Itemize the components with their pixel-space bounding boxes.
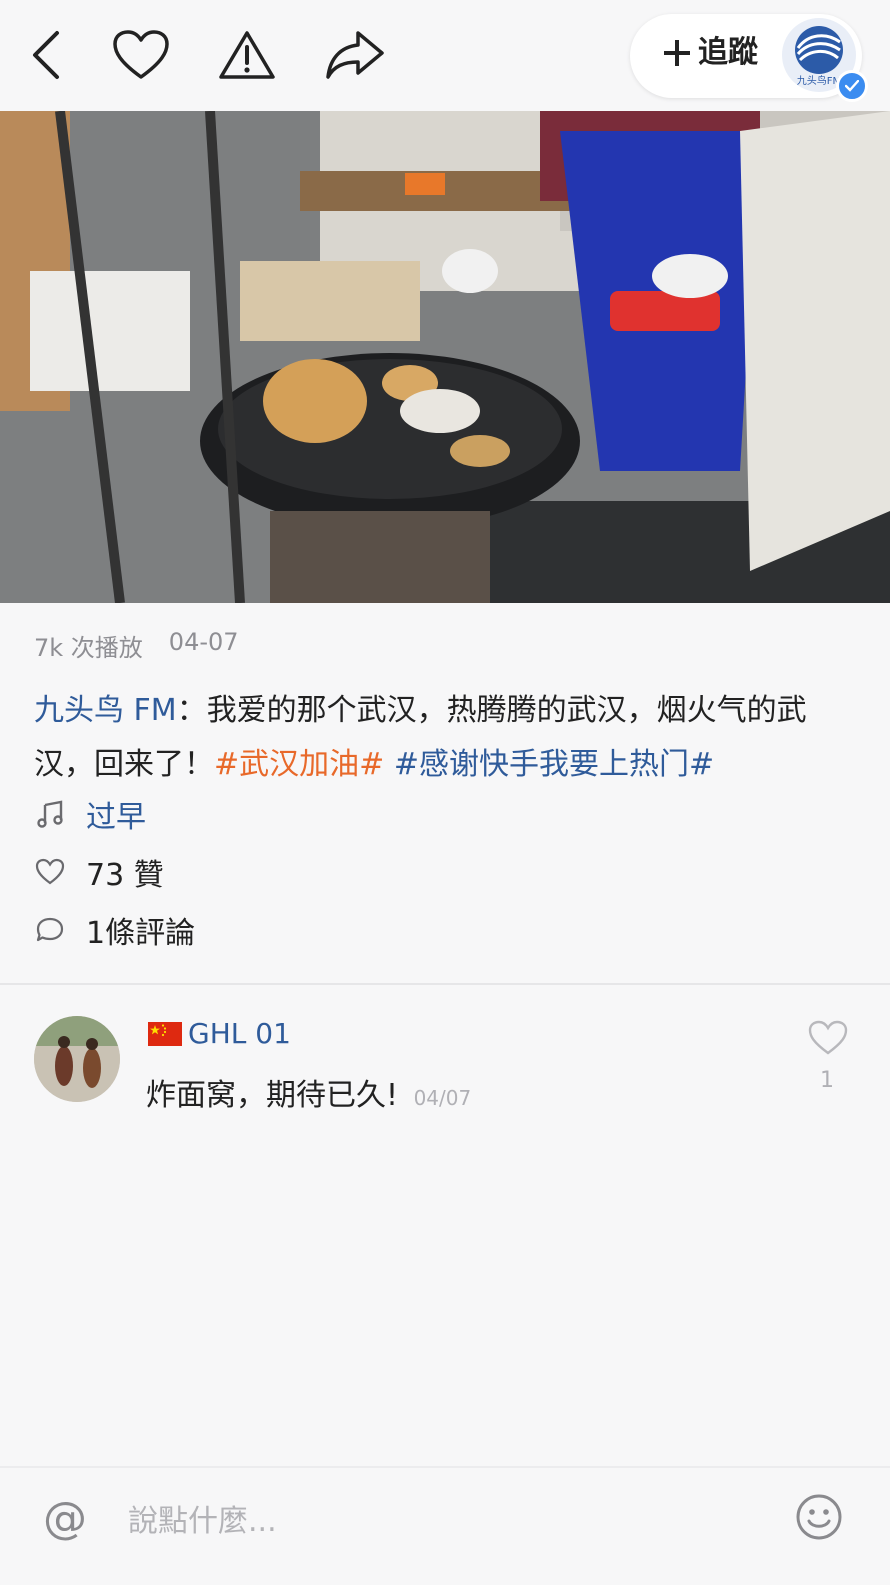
comment-body: 炸面窝，期待已久! 04/07 xyxy=(146,1070,471,1114)
comment-input-bar: @ xyxy=(0,1466,890,1585)
emoji-icon[interactable] xyxy=(794,1492,844,1542)
hashtag-link[interactable]: #感谢快手我要上热门# xyxy=(394,747,714,782)
comment-text: 炸面窝，期待已久! xyxy=(146,1078,399,1113)
comment-like-button[interactable] xyxy=(808,1020,848,1060)
back-button[interactable] xyxy=(14,22,80,88)
at-mention-icon[interactable]: @ xyxy=(40,1494,90,1544)
post-caption: 九头鸟 FM：我爱的那个武汉，热腾腾的武汉，烟火气的武汉，回来了！#武汉加油# … xyxy=(34,684,854,792)
follow-label: 追蹤 xyxy=(698,35,758,70)
comment-like-count: 1 xyxy=(820,1068,834,1093)
warning-icon xyxy=(219,31,275,79)
comment-avatar[interactable] xyxy=(34,1016,120,1102)
comment-time: 04/07 xyxy=(413,1086,472,1110)
likes-count: 73 贊 xyxy=(86,858,164,893)
plus-icon xyxy=(664,40,690,66)
share-button[interactable] xyxy=(322,22,388,88)
section-divider xyxy=(0,983,890,985)
music-row[interactable]: 过早 xyxy=(34,792,146,836)
chevron-left-icon xyxy=(33,31,59,79)
caption-author-link[interactable]: 九头鸟 FM xyxy=(34,693,177,728)
video-player[interactable] xyxy=(0,111,890,603)
comment-username[interactable]: GHL 01 xyxy=(148,1017,291,1050)
comment-input[interactable] xyxy=(126,1498,730,1544)
comments-row[interactable]: 1條評論 xyxy=(34,910,196,951)
heart-icon xyxy=(34,856,66,888)
post-date: 04-07 xyxy=(168,628,239,656)
caption-colon: ： xyxy=(176,693,207,728)
comment-user-name: GHL 01 xyxy=(188,1017,291,1050)
report-button[interactable] xyxy=(214,22,280,88)
view-count: 7k 次播放 xyxy=(34,634,143,662)
heart-icon xyxy=(808,1020,848,1055)
music-title[interactable]: 过早 xyxy=(86,792,146,836)
share-icon xyxy=(326,31,384,79)
china-flag-icon xyxy=(148,1021,182,1046)
likes-row[interactable]: 73 贊 xyxy=(34,852,164,893)
like-button[interactable] xyxy=(108,22,174,88)
comments-count: 1條評論 xyxy=(86,916,196,951)
top-bar: 追蹤 九头鸟FM xyxy=(0,0,890,111)
video-frame xyxy=(0,111,890,603)
heart-icon xyxy=(113,30,169,79)
hashtag-link[interactable]: #武汉加油# xyxy=(214,747,384,782)
svg-text:九头鸟FM: 九头鸟FM xyxy=(797,74,841,87)
comment-bubble-icon xyxy=(34,914,66,946)
music-note-icon xyxy=(34,798,66,830)
verified-badge-icon xyxy=(836,70,868,102)
video-meta: 7k 次播放 04-07 xyxy=(34,628,239,663)
